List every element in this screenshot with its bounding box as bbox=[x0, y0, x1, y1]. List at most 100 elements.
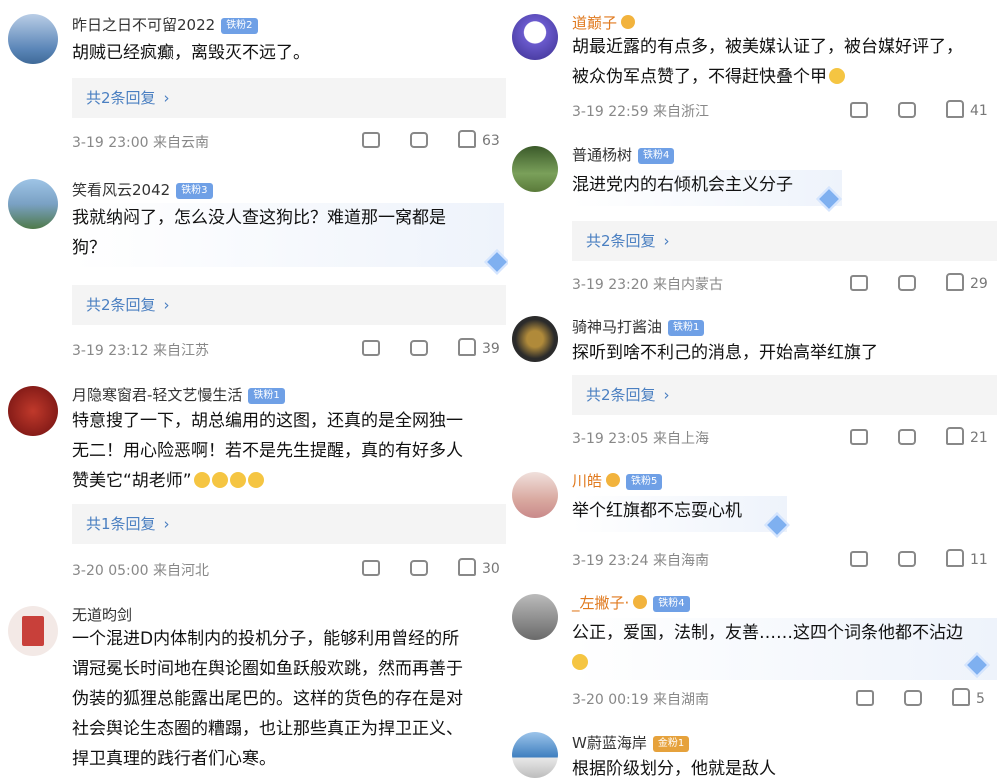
fan-badge: 铁粉1 bbox=[248, 388, 285, 404]
fan-badge: 铁粉1 bbox=[668, 320, 705, 336]
avatar[interactable] bbox=[8, 606, 58, 656]
like-count: 5 bbox=[976, 691, 985, 707]
comment-meta: 3-20 00:19 来自湖南 bbox=[572, 692, 710, 708]
comment-actions: 39 bbox=[362, 338, 500, 357]
like-icon[interactable] bbox=[458, 130, 476, 148]
like-count: 39 bbox=[482, 341, 500, 357]
share-icon[interactable] bbox=[856, 690, 874, 706]
avatar[interactable] bbox=[512, 146, 558, 192]
crown-icon bbox=[633, 595, 648, 609]
comment-meta: 3-20 05:00 来自河北 bbox=[72, 563, 210, 579]
comment-item: 骑神马打酱油 铁粉1 探听到啥不利己的消息，开始高举红旗了 共2条回复 › 3-19… bbox=[510, 310, 1000, 460]
fan-badge: 铁粉3 bbox=[176, 183, 213, 199]
username[interactable]: 骑神马打酱油 铁粉1 bbox=[572, 316, 705, 337]
like-icon[interactable] bbox=[946, 100, 964, 118]
share-icon[interactable] bbox=[850, 102, 868, 118]
smile-emoji-icon bbox=[229, 472, 246, 488]
username[interactable]: 笑看风云2042 铁粉3 bbox=[72, 179, 213, 200]
username[interactable]: 月隐寒窗君-轻文艺慢生活 铁粉1 bbox=[72, 384, 285, 405]
comment-item: 普通杨树 铁粉4 混进党内的右倾机会主义分子 共2条回复 › 3-19 23:20 … bbox=[510, 140, 1000, 300]
comment-icon[interactable] bbox=[410, 340, 428, 356]
like-icon[interactable] bbox=[946, 549, 964, 567]
smile-emoji-icon bbox=[247, 472, 264, 488]
replies-button[interactable]: 共1条回复 › bbox=[72, 504, 506, 544]
fan-badge: 铁粉2 bbox=[221, 18, 258, 34]
replies-button[interactable]: 共2条回复 › bbox=[572, 375, 997, 415]
username[interactable]: W蔚蓝海岸 金粉1 bbox=[572, 732, 690, 753]
comment-icon[interactable] bbox=[898, 275, 916, 291]
comment-text: 一个混进D内体制内的投机分子，能够利用曾经的所 谓冠冕长时间地在舆论圈如鱼跃般欢跳… bbox=[72, 629, 463, 769]
fan-badge: 金粉1 bbox=[652, 736, 690, 752]
avatar[interactable] bbox=[512, 316, 558, 362]
replies-button[interactable]: 共2条回复 › bbox=[72, 78, 506, 118]
avatar[interactable] bbox=[8, 179, 58, 229]
like-count: 21 bbox=[970, 430, 988, 446]
comment-actions: 29 bbox=[850, 273, 988, 292]
comment-actions: 11 bbox=[850, 549, 988, 568]
avatar[interactable] bbox=[8, 386, 58, 436]
avatar[interactable] bbox=[8, 14, 58, 64]
comment-text: 根据阶级划分，他就是敌人 bbox=[572, 759, 776, 779]
comment-meta: 3-19 23:20 来自内蒙古 bbox=[572, 277, 724, 293]
chevron-right-icon: › bbox=[663, 232, 670, 250]
avatar[interactable] bbox=[512, 14, 558, 60]
comment-icon[interactable] bbox=[410, 132, 428, 148]
avatar[interactable] bbox=[512, 594, 558, 640]
like-count: 41 bbox=[970, 103, 988, 119]
comment-actions: 41 bbox=[850, 100, 988, 119]
like-icon[interactable] bbox=[946, 427, 964, 445]
username[interactable]: 普通杨树 铁粉4 bbox=[572, 144, 675, 165]
avatar[interactable] bbox=[512, 472, 558, 518]
comment-icon[interactable] bbox=[898, 551, 916, 567]
replies-button[interactable]: 共2条回复 › bbox=[72, 285, 506, 325]
left-column: 昨日之日不可留2022 铁粉2 胡贼已经疯癫，离毁灭不远了。 共2条回复 › 3-1… bbox=[0, 0, 508, 783]
comment-item: 笑看风云2042 铁粉3 我就纳闷了，怎么没人查这狗比？难道那一窝都是 狗？ 共2条… bbox=[0, 165, 508, 370]
comment-meta: 3-19 23:00 来自云南 bbox=[72, 135, 210, 151]
like-icon[interactable] bbox=[458, 338, 476, 356]
like-count: 30 bbox=[482, 561, 500, 577]
comment-icon[interactable] bbox=[904, 690, 922, 706]
comment-text: 探听到啥不利己的消息，开始高举红旗了 bbox=[572, 343, 878, 363]
comment-icon[interactable] bbox=[410, 560, 428, 576]
chevron-right-icon: › bbox=[663, 386, 670, 404]
smile-emoji-icon bbox=[211, 472, 228, 488]
comment-text: 特意搜了一下，胡总编用的这图，还真的是全网独一 无二！用心险恶啊！若不是先生提醒，… bbox=[72, 411, 463, 491]
username[interactable]: _左撇子· 铁粉4 bbox=[572, 592, 690, 613]
share-icon[interactable] bbox=[850, 551, 868, 567]
comment-icon[interactable] bbox=[898, 102, 916, 118]
avatar[interactable] bbox=[512, 732, 558, 778]
username[interactable]: 川皓 铁粉5 bbox=[572, 470, 663, 491]
like-icon[interactable] bbox=[946, 273, 964, 291]
comment-meta: 3-19 22:59 来自浙江 bbox=[572, 104, 710, 120]
share-icon[interactable] bbox=[850, 275, 868, 291]
comment-actions: 5 bbox=[856, 688, 985, 707]
comment-meta: 3-19 23:12 来自江苏 bbox=[72, 343, 210, 359]
crown-icon bbox=[621, 15, 636, 29]
comment-icon[interactable] bbox=[898, 429, 916, 445]
like-count: 29 bbox=[970, 276, 988, 292]
share-icon[interactable] bbox=[362, 560, 380, 576]
replies-button[interactable]: 共2条回复 › bbox=[572, 221, 997, 261]
thumbs-up-emoji-icon bbox=[193, 472, 210, 488]
comment-item: 月隐寒窗君-轻文艺慢生活 铁粉1 特意搜了一下，胡总编用的这图，还真的是全网独一无… bbox=[0, 378, 508, 596]
comment-text: 举个红旗都不忘耍心机 bbox=[572, 496, 787, 532]
emoji-icon bbox=[829, 68, 845, 84]
username[interactable]: 无道昀剑 bbox=[72, 604, 132, 625]
comment-item: 无道昀剑 一个混进D内体制内的投机分子，能够利用曾经的所 谓冠冕长时间地在舆论圈如… bbox=[0, 600, 508, 783]
username[interactable]: 昨日之日不可留2022 铁粉2 bbox=[72, 14, 258, 35]
like-count: 11 bbox=[970, 552, 988, 568]
username[interactable]: 道巅子 bbox=[572, 12, 636, 33]
emoji-icon bbox=[572, 654, 588, 670]
share-icon[interactable] bbox=[362, 132, 380, 148]
comment-actions: 63 bbox=[362, 130, 500, 149]
like-icon[interactable] bbox=[458, 558, 476, 576]
crown-icon bbox=[606, 473, 621, 487]
share-icon[interactable] bbox=[850, 429, 868, 445]
right-column: 道巅子 胡最近露的有点多，被美媒认证了，被台媒好评了， 被众伪军点赞了，不得赶快… bbox=[510, 0, 1000, 783]
like-icon[interactable] bbox=[952, 688, 970, 706]
comment-actions: 30 bbox=[362, 558, 500, 577]
share-icon[interactable] bbox=[362, 340, 380, 356]
comment-text: 胡最近露的有点多，被美媒认证了，被台媒好评了， 被众伪军点赞了，不得赶快叠个甲 bbox=[572, 37, 963, 87]
comment-item: 川皓 铁粉5 举个红旗都不忘耍心机 3-19 23:24 来自海南 11 bbox=[510, 468, 1000, 578]
comment-text: 公正，爱国，法制，友善……这四个词条他都不沾边 bbox=[572, 618, 997, 680]
